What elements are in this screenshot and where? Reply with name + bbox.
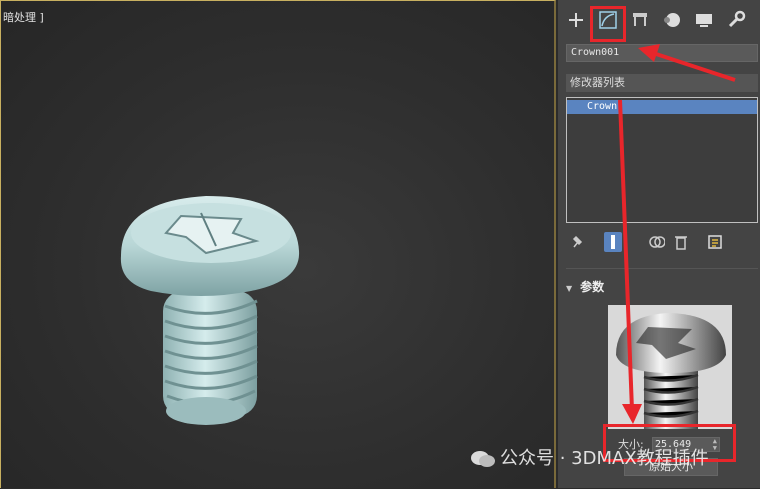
- stack-toolbar: [566, 232, 758, 254]
- plus-icon: [569, 13, 583, 27]
- highlight-modify-tab: [590, 6, 626, 42]
- wrench-icon: [728, 10, 746, 28]
- configure-modifier-sets-icon[interactable]: [706, 232, 724, 252]
- screw-model[interactable]: [1, 1, 557, 489]
- show-end-result-icon[interactable]: [604, 232, 622, 252]
- modifier-stack[interactable]: Crown: [566, 97, 758, 223]
- viewport[interactable]: 暗处理 ]: [0, 0, 556, 488]
- utilities-tab[interactable]: [724, 8, 748, 32]
- create-tab[interactable]: [564, 8, 588, 32]
- display-icon: [696, 14, 712, 27]
- wechat-icon: [471, 451, 495, 467]
- crown-preview-image: [608, 305, 732, 429]
- watermark: 公众号 · 3DMAX教程插件: [470, 446, 709, 472]
- parameters-rollout-header[interactable]: ▼ 参数: [566, 278, 758, 296]
- command-panel-tabs: [558, 0, 760, 42]
- hierarchy-icon: [633, 13, 647, 26]
- motion-icon: [664, 13, 680, 27]
- motion-tab[interactable]: [660, 8, 684, 32]
- pin-stack-icon[interactable]: [568, 232, 586, 252]
- watermark-text: 公众号 · 3DMAX教程插件: [500, 448, 709, 469]
- display-tab[interactable]: [692, 8, 716, 32]
- object-name-field[interactable]: Crown001: [566, 44, 758, 62]
- parameters-title: 参数: [580, 280, 605, 294]
- remove-modifier-icon[interactable]: [672, 232, 690, 252]
- hierarchy-tab[interactable]: [628, 8, 652, 32]
- command-panel: Crown001 修改器列表 Crown ▼ 参数 大小: 25.649 ▲ ▼…: [558, 0, 760, 488]
- collapse-triangle-icon: ▼: [566, 284, 573, 293]
- stack-item-crown[interactable]: Crown: [567, 100, 757, 114]
- make-unique-icon[interactable]: [648, 232, 666, 252]
- modifier-list-dropdown[interactable]: 修改器列表: [566, 74, 758, 92]
- rollout-divider: [566, 268, 758, 269]
